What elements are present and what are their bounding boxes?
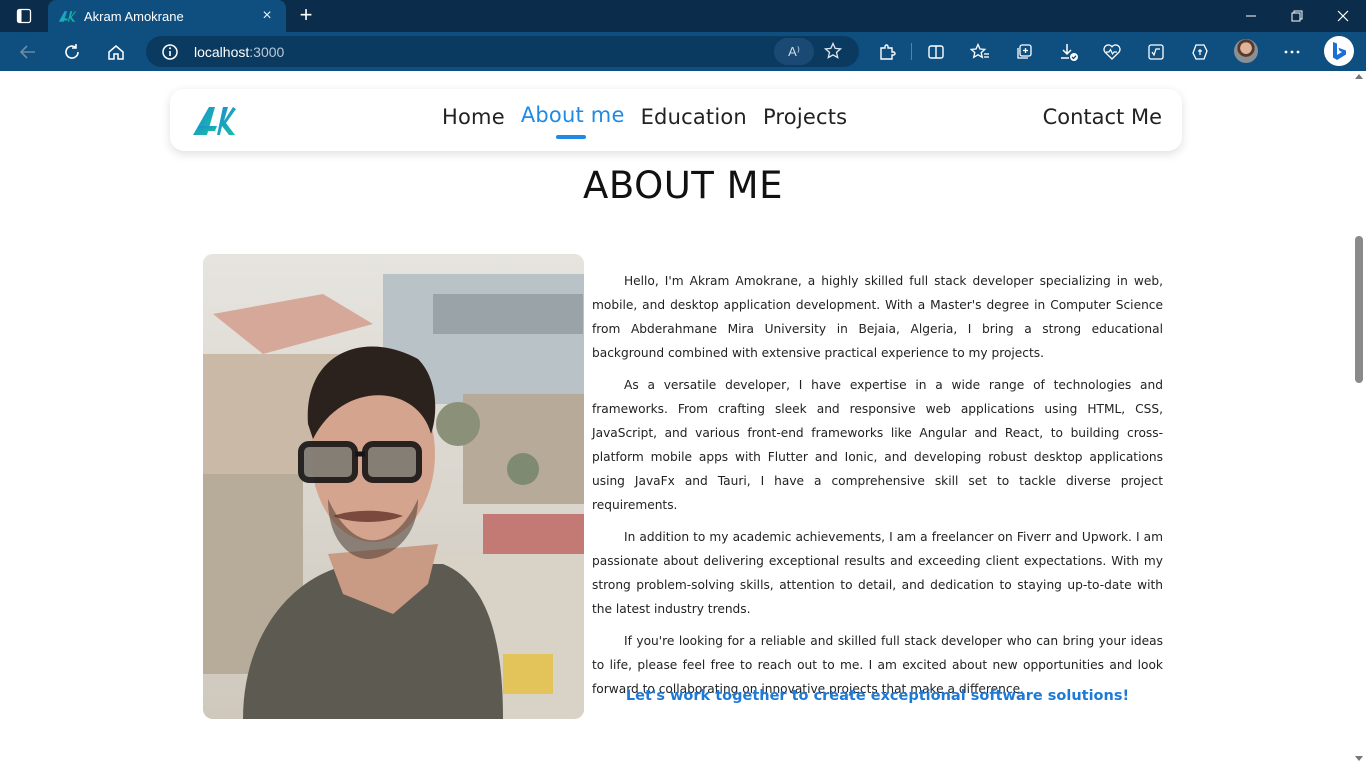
address-bar[interactable]: localhost:3000 A⁾ — [146, 36, 859, 67]
tab-title: Akram Amokrane — [84, 8, 184, 24]
download-icon[interactable] — [1055, 38, 1083, 66]
nav-contact-me[interactable]: Contact Me — [1043, 105, 1162, 129]
back-arrow-icon[interactable] — [14, 38, 42, 66]
scrollbar-thumb[interactable] — [1355, 236, 1363, 383]
page-viewport: Home About me Education Projects Contact… — [0, 71, 1366, 764]
site-navbar: Home About me Education Projects Contact… — [170, 89, 1182, 151]
about-paragraph: In addition to my academic achievements,… — [592, 530, 1163, 616]
toolbar-separator — [911, 43, 912, 60]
copilot-icon[interactable] — [1186, 38, 1214, 66]
nav-links: Home About me Education Projects — [442, 103, 847, 139]
split-screen-icon[interactable] — [922, 38, 950, 66]
nav-home[interactable]: Home — [442, 105, 505, 129]
tab-actions-icon[interactable] — [10, 7, 38, 25]
address-url: localhost:3000 — [194, 44, 284, 60]
call-to-action: Let's work together to create exceptiona… — [625, 688, 1130, 704]
refresh-icon[interactable] — [58, 38, 86, 66]
address-port: :3000 — [249, 44, 285, 60]
active-nav-indicator — [556, 135, 586, 139]
new-tab-button[interactable]: + — [294, 4, 318, 28]
browser-title-bar: Akram Amokrane × + — [0, 0, 1366, 32]
read-aloud-button[interactable]: A⁾ — [774, 38, 814, 65]
nav-projects[interactable]: Projects — [763, 105, 847, 129]
browser-tab-active[interactable]: Akram Amokrane × — [48, 0, 286, 32]
about-paragraph: Hello, I'm Akram Amokrane, a highly skil… — [592, 274, 1163, 360]
puzzle-icon[interactable] — [873, 38, 901, 66]
site-logo-icon — [58, 11, 76, 22]
close-window-icon[interactable] — [1320, 0, 1366, 32]
about-text: Hello, I'm Akram Amokrane, a highly skil… — [592, 269, 1163, 709]
collections-icon[interactable] — [1010, 38, 1038, 66]
scroll-down-icon[interactable] — [1355, 756, 1363, 761]
nav-about-me[interactable]: About me — [521, 103, 625, 127]
site-logo-icon[interactable] — [192, 104, 236, 136]
bing-icon[interactable] — [1324, 36, 1354, 66]
page-title: ABOUT ME — [583, 164, 783, 207]
heartbeat-icon[interactable] — [1098, 38, 1126, 66]
about-paragraph: As a versatile developer, I have experti… — [592, 378, 1163, 512]
more-icon[interactable] — [1278, 38, 1306, 66]
favorites-icon[interactable] — [966, 38, 994, 66]
page-scrollbar[interactable] — [1352, 71, 1366, 764]
info-icon[interactable] — [160, 42, 180, 62]
minimize-icon[interactable] — [1228, 0, 1274, 32]
profile-photo — [203, 254, 584, 719]
nav-education[interactable]: Education — [641, 105, 747, 129]
close-tab-icon[interactable]: × — [258, 7, 276, 25]
scroll-up-icon[interactable] — [1355, 74, 1363, 79]
address-host: localhost — [194, 44, 250, 60]
star-icon[interactable] — [822, 40, 844, 62]
profile-avatar[interactable] — [1234, 39, 1258, 63]
home-icon[interactable] — [102, 38, 130, 66]
restore-icon[interactable] — [1274, 0, 1320, 32]
math-solver-icon[interactable] — [1142, 38, 1170, 66]
browser-toolbar: localhost:3000 A⁾ — [0, 32, 1366, 71]
